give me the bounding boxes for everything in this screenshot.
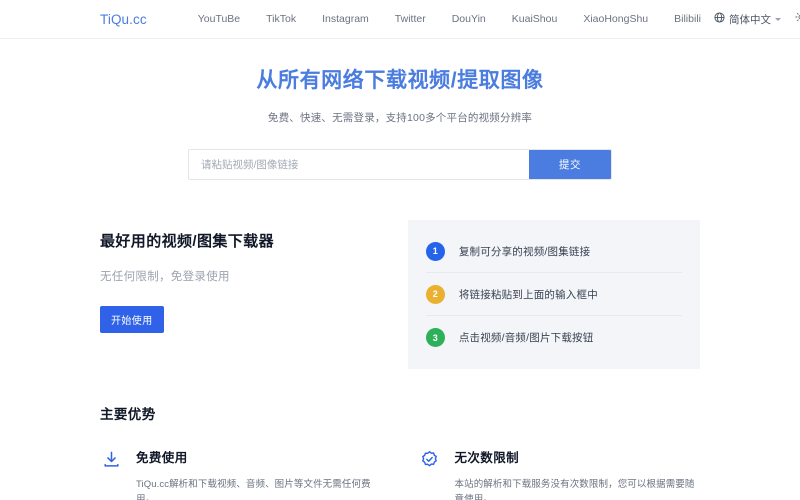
theme-toggle-button[interactable]	[795, 10, 800, 28]
primary-nav: YouTuBe TikTok Instagram Twitter DouYin …	[185, 13, 714, 25]
url-search-bar: 提交	[188, 149, 612, 181]
nav-item-twitter[interactable]: Twitter	[382, 13, 439, 25]
feature-title-free-usage: 免费使用	[136, 451, 188, 466]
nav-item-tiktok[interactable]: TikTok	[253, 13, 309, 25]
step-number-badge-3: 3	[425, 328, 445, 348]
nav-item-xiaohongshu[interactable]: XiaoHongShu	[570, 13, 661, 25]
hero-subtitle: 免费、快速、无需登录，支持100多个平台的视频分辨率	[267, 112, 533, 125]
features-title: 主要优势	[100, 407, 156, 423]
steps-panel: 1 复制可分享的视频/图集链接 2 将链接粘贴到上面的输入框中 3 点击视频/音…	[407, 220, 700, 370]
download-icon	[100, 448, 122, 470]
nav-item-bilibili[interactable]: Bilibili	[661, 13, 714, 25]
step-item-1: 1 复制可分享的视频/图集链接	[425, 230, 682, 274]
globe-icon	[714, 12, 725, 26]
language-selector[interactable]: 简体中文	[714, 12, 781, 27]
header-inner: TiQu.cc YouTuBe TikTok Instagram Twitter…	[0, 10, 800, 28]
nav-item-douyin[interactable]: DouYin	[439, 13, 499, 25]
header-actions: 简体中文	[714, 10, 800, 28]
step-number-badge-2: 2	[425, 284, 445, 304]
step-number-badge-1: 1	[425, 241, 445, 261]
search-input[interactable]	[189, 150, 529, 180]
nav-item-youtube[interactable]: YouTuBe	[185, 13, 253, 25]
badge-check-icon	[419, 448, 441, 470]
promo-copy: 最好用的视频/图集下载器 无任何限制，免登录使用 开始使用	[100, 220, 408, 369]
step-label-2: 将链接粘贴到上面的输入框中	[458, 288, 598, 301]
feature-title-unlimited: 无次数限制	[454, 451, 520, 466]
feature-unlimited: 无次数限制 本站的解析和下载服务没有次数限制，您可以根据需要随意使用。	[419, 447, 701, 500]
promo-tagline: 无任何限制，免登录使用	[100, 271, 230, 284]
page-title: 从所有网络下载视频/提取图像	[256, 69, 544, 92]
submit-button[interactable]: 提交	[529, 150, 611, 180]
hero-section: 从所有网络下载视频/提取图像 免费、快速、无需登录，支持100多个平台的视频分辨…	[0, 39, 800, 181]
step-label-1: 复制可分享的视频/图集链接	[458, 245, 591, 258]
feature-desc-free-usage: TiQu.cc解析和下载视频、音频、图片等文件无需任何费用。	[136, 479, 371, 500]
site-header: TiQu.cc YouTuBe TikTok Instagram Twitter…	[0, 0, 800, 39]
features-grid: 免费使用 TiQu.cc解析和下载视频、音频、图片等文件无需任何费用。 无次数限…	[100, 447, 700, 500]
nav-item-instagram[interactable]: Instagram	[309, 13, 382, 25]
get-started-button[interactable]: 开始使用	[100, 306, 164, 334]
language-label: 简体中文	[728, 13, 771, 26]
features-section: 主要优势 免费使用 TiQu.cc解析和下载视频、音频、图片等文件无需任何费用。…	[100, 403, 700, 500]
step-item-3: 3 点击视频/音频/图片下载按钮	[425, 316, 682, 359]
promo-title: 最好用的视频/图集下载器	[100, 233, 274, 251]
promo-section: 最好用的视频/图集下载器 无任何限制，免登录使用 开始使用 1 复制可分享的视频…	[100, 220, 700, 370]
feature-desc-unlimited: 本站的解析和下载服务没有次数限制，您可以根据需要随意使用。	[454, 479, 695, 500]
chevron-down-icon	[774, 18, 781, 21]
feature-free-usage: 免费使用 TiQu.cc解析和下载视频、音频、图片等文件无需任何费用。	[100, 447, 382, 500]
sun-icon	[795, 10, 800, 28]
step-label-3: 点击视频/音频/图片下载按钮	[458, 332, 594, 345]
step-item-2: 2 将链接粘贴到上面的输入框中	[425, 273, 682, 317]
site-logo[interactable]: TiQu.cc	[100, 12, 147, 27]
nav-item-kuaishou[interactable]: KuaiShou	[499, 13, 571, 25]
